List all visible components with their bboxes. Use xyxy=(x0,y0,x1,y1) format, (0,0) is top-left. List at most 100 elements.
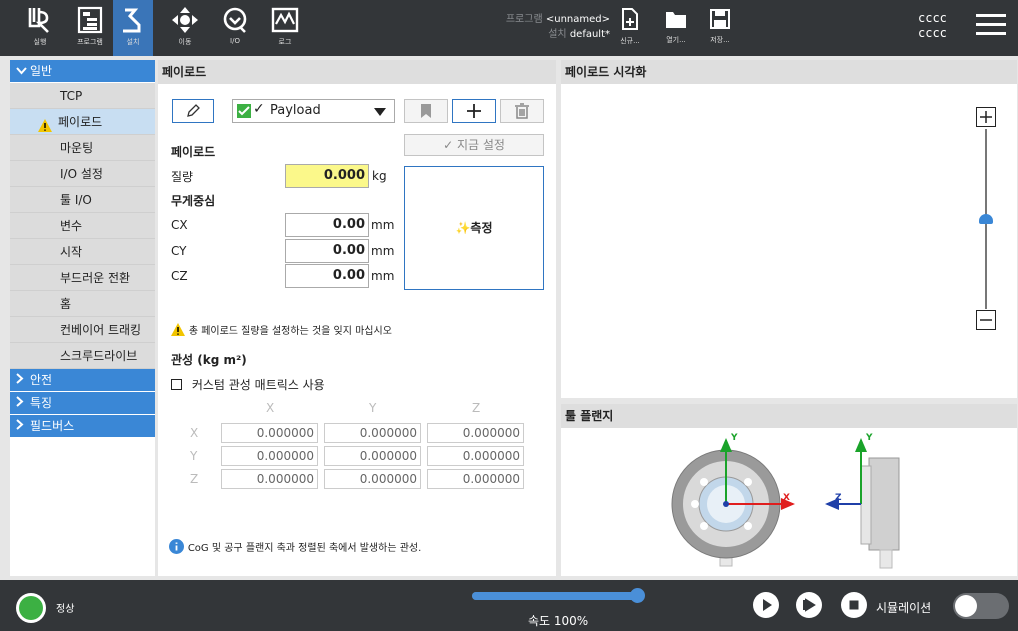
sidebar-section[interactable]: 특징 xyxy=(10,392,155,414)
cx-input[interactable]: 0.00 xyxy=(285,213,369,237)
bookmark-button[interactable] xyxy=(404,99,448,123)
payload-select-value: Payload xyxy=(270,103,321,118)
sidebar-section-general[interactable]: 일반 xyxy=(10,60,155,82)
zoom-plus-icon xyxy=(979,110,992,123)
axis-y-label-front: Y xyxy=(730,433,738,443)
matrix-cell: 0.000000 xyxy=(324,423,421,443)
user-info[interactable]: cccc cccc xyxy=(918,11,947,41)
matrix-column-header: Y xyxy=(369,401,377,415)
sidebar-section[interactable]: 안전 xyxy=(10,369,155,391)
sidebar-item[interactable]: 홈 xyxy=(10,291,155,317)
sidebar-item[interactable]: 스크루드라이브 xyxy=(10,343,155,369)
payload-panel: 페이로드 ✓ Payload 페이로드 ✓ 지금 설정 질량 0.000 kg … xyxy=(158,60,556,576)
measure-button[interactable]: ✨측정 xyxy=(404,166,544,290)
stop-button[interactable] xyxy=(841,592,867,618)
chevron-right-icon xyxy=(16,369,30,391)
play-button[interactable] xyxy=(753,592,779,618)
sidebar-item[interactable]: I/O 설정 xyxy=(10,161,155,187)
cz-input[interactable]: 0.00 xyxy=(285,264,369,288)
hamburger-menu-icon[interactable] xyxy=(976,14,1006,40)
zoom-in-button[interactable] xyxy=(976,107,996,127)
sidebar-item[interactable]: 부드러운 전환 xyxy=(10,265,155,291)
sidebar-item-list: TCP 페이로드 마운팅 I/O 설정 툴 I/O 변수 시작 부드러운 전환 홈 컨베이어 트래… xyxy=(10,83,155,369)
check-icon xyxy=(237,104,251,118)
save-icon xyxy=(710,9,730,29)
sidebar: 일반 TCP 페이로드 마운팅 I/O 설정 툴 I/O 변수 시작 부드러운 전환 홈 컨베이어… xyxy=(10,60,155,576)
nav-io-button[interactable]: I/O xyxy=(215,4,255,54)
simulation-toggle[interactable] xyxy=(953,593,1009,619)
nav-installation-button[interactable]: 설치 xyxy=(113,0,153,56)
matrix-column-header: X xyxy=(266,401,275,415)
nav-run-button[interactable]: 실행 xyxy=(20,4,60,54)
dropdown-arrow-icon xyxy=(374,108,386,116)
nav-move-button[interactable]: 이동 xyxy=(165,4,205,54)
simulation-label: 시뮬레이션 xyxy=(876,601,932,615)
footer-bar: 정상 속도 100% 시뮬레이션 xyxy=(0,580,1018,631)
toggle-knob xyxy=(955,595,977,617)
zoom-slider-handle[interactable] xyxy=(979,214,993,224)
custom-inertia-checkbox[interactable] xyxy=(171,379,182,390)
cx-label: CX xyxy=(171,218,188,232)
status-ok-icon xyxy=(19,596,43,620)
sidebar-item[interactable]: 툴 I/O xyxy=(10,187,155,213)
program-name: <unnamed> xyxy=(545,14,610,25)
mass-unit: kg xyxy=(372,169,387,183)
sidebar-item[interactable]: 변수 xyxy=(10,213,155,239)
sidebar-section[interactable]: 필드버스 xyxy=(10,415,155,437)
open-folder-icon xyxy=(666,12,686,28)
new-file-button[interactable]: 신규... xyxy=(610,8,650,46)
matrix-cell: 0.000000 xyxy=(324,446,421,466)
program-icon xyxy=(77,6,103,34)
matrix-cell: 0.000000 xyxy=(427,423,524,443)
run-icon xyxy=(28,8,49,33)
axis-z-label: Z xyxy=(835,493,842,503)
matrix-row-header: Z xyxy=(190,472,199,486)
nav-log-button[interactable]: 로그 xyxy=(265,4,305,54)
add-payload-button[interactable] xyxy=(452,99,496,123)
custom-inertia-option[interactable]: 커스텀 관성 매트릭스 사용 xyxy=(171,376,325,393)
delete-payload-button[interactable] xyxy=(500,99,544,123)
top-bar: 실행 프로그램 설치 이동 I/O 로그 프로그램 <unnamed> 설치 d… xyxy=(0,0,1018,56)
status-indicator[interactable] xyxy=(16,593,46,623)
sidebar-item[interactable]: 마운팅 xyxy=(10,135,155,161)
set-now-button[interactable]: ✓ 지금 설정 xyxy=(404,134,544,156)
save-button[interactable]: 저장... xyxy=(700,8,740,45)
speed-slider[interactable] xyxy=(472,588,645,603)
mass-input[interactable]: 0.000 xyxy=(285,164,369,188)
cy-label: CY xyxy=(171,244,187,258)
matrix-cell: 0.000000 xyxy=(221,469,318,489)
speed-slider-fill xyxy=(472,592,638,600)
cog-label: 무게중심 xyxy=(171,194,216,208)
payload-visualization-panel: 페이로드 시각화 xyxy=(561,60,1017,398)
chevron-right-icon xyxy=(16,392,30,414)
sidebar-item[interactable]: 시작 xyxy=(10,239,155,265)
axis-y-label-side: Y xyxy=(865,433,873,443)
speed-slider-handle[interactable] xyxy=(630,588,645,603)
zoom-out-button[interactable] xyxy=(976,310,996,330)
payload-select[interactable]: ✓ Payload xyxy=(232,99,395,123)
visualization-title: 페이로드 시각화 xyxy=(561,60,1017,84)
plus-icon xyxy=(467,104,481,118)
pencil-icon xyxy=(187,104,200,117)
edit-payload-button[interactable] xyxy=(172,99,214,123)
nav-program-button[interactable]: 프로그램 xyxy=(70,4,110,54)
sidebar-item[interactable]: 페이로드 xyxy=(10,109,155,135)
status-text: 정상 xyxy=(56,604,75,615)
mass-label: 질량 xyxy=(171,170,194,184)
sidebar-item[interactable]: 컨베이어 트래킹 xyxy=(10,317,155,343)
sidebar-item[interactable]: TCP xyxy=(10,83,155,109)
step-button[interactable] xyxy=(796,592,822,618)
stop-icon xyxy=(849,600,859,610)
log-icon xyxy=(271,7,299,33)
cy-input[interactable]: 0.00 xyxy=(285,239,369,263)
matrix-cell: 0.000000 xyxy=(427,469,524,489)
payload-section-label: 페이로드 xyxy=(171,145,216,159)
open-button[interactable]: 열기... xyxy=(656,8,696,45)
inertia-title: 관성 (kg m²) xyxy=(171,353,247,367)
matrix-row-header: X xyxy=(190,426,199,440)
io-icon xyxy=(223,7,247,33)
installation-icon xyxy=(123,8,141,33)
bookmark-icon xyxy=(421,104,431,118)
step-icon xyxy=(803,598,816,612)
cz-unit: mm xyxy=(371,269,395,283)
